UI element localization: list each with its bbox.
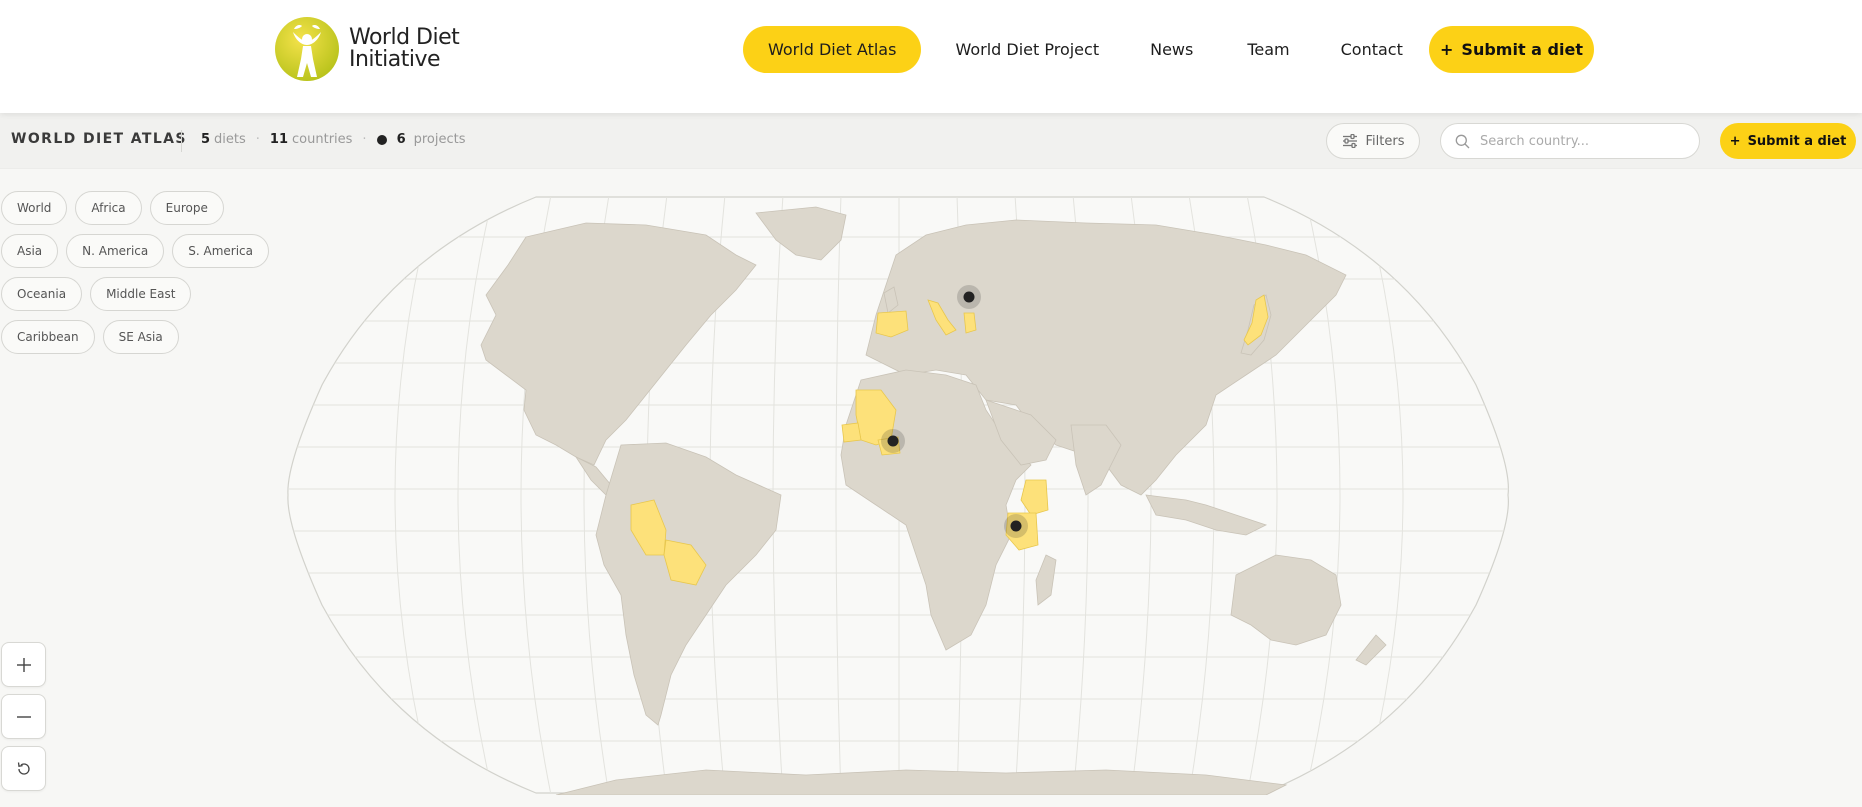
filters-label: Filters (1365, 133, 1405, 149)
country-senegal (841, 422, 862, 443)
nav-news[interactable]: News (1123, 26, 1220, 73)
stats-separator: · (362, 132, 367, 147)
minus-icon (16, 715, 31, 718)
world-map[interactable] (286, 195, 1512, 795)
region-chip-middle-east[interactable]: Middle East (90, 277, 192, 311)
sliders-icon (1342, 134, 1357, 148)
atlas-title: WORLD DIET ATLAS (11, 131, 187, 147)
project-dot-icon (376, 134, 387, 145)
main-nav: World Diet Atlas World Diet Project News… (743, 26, 1427, 73)
nav-contact[interactable]: Contact (1317, 26, 1427, 73)
brand-line-1: World Diet (349, 25, 460, 50)
submit-diet-toolbar-label: Submit a diet (1747, 133, 1847, 149)
region-filters: World Africa Europe Asia N. America S. A… (1, 191, 270, 363)
region-chip-s-america[interactable]: S. America (172, 234, 270, 268)
site-header: World Diet Initiative World Diet Atlas W… (0, 0, 1862, 113)
region-chip-oceania[interactable]: Oceania (1, 277, 83, 311)
project-marker-burkina-faso[interactable] (881, 429, 905, 453)
country-greece (963, 312, 977, 334)
nav-world-diet-project[interactable]: World Diet Project (931, 26, 1123, 73)
projects-label: projects (413, 132, 466, 147)
nav-world-diet-atlas[interactable]: World Diet Atlas (743, 26, 922, 73)
diets-count: 5 (201, 132, 211, 147)
region-chip-world[interactable]: World (1, 191, 68, 225)
search-input[interactable] (1480, 133, 1680, 149)
countries-label: countries (292, 132, 353, 147)
region-chip-se-asia[interactable]: SE Asia (102, 320, 179, 354)
diets-label: diets (214, 132, 246, 147)
zoom-out-button[interactable] (1, 694, 46, 739)
reset-icon (17, 761, 30, 775)
country-search[interactable] (1440, 123, 1700, 159)
plus-icon: + (1440, 40, 1454, 59)
region-chip-caribbean[interactable]: Caribbean (1, 320, 95, 354)
toolbar-divider (181, 130, 182, 152)
plus-icon: + (1729, 133, 1741, 149)
brand-name: World Diet Initiative (349, 25, 460, 72)
nav-team[interactable]: Team (1220, 26, 1316, 73)
region-chip-europe[interactable]: Europe (149, 191, 224, 225)
brand-logo[interactable]: World Diet Initiative (273, 15, 460, 83)
search-icon (1455, 134, 1470, 148)
reset-view-button[interactable] (1, 746, 46, 791)
plus-icon (16, 657, 31, 672)
atlas-stats: 5 diets · 11 countries · 6 projects (201, 132, 466, 147)
region-chip-africa[interactable]: Africa (75, 191, 142, 225)
logo-icon (275, 17, 339, 81)
stats-separator: · (255, 132, 260, 147)
atlas-toolbar: WORLD DIET ATLAS 5 diets · 11 countries … (0, 113, 1862, 169)
filters-button[interactable]: Filters (1326, 123, 1420, 159)
region-chip-n-america[interactable]: N. America (66, 234, 165, 268)
brand-line-2: Initiative (349, 47, 441, 72)
submit-diet-toolbar-button[interactable]: + Submit a diet (1720, 123, 1856, 159)
zoom-in-button[interactable] (1, 642, 46, 687)
submit-diet-header-label: Submit a diet (1461, 40, 1583, 59)
project-marker-tanzania[interactable] (1004, 514, 1028, 538)
countries-count: 11 (269, 132, 289, 147)
submit-diet-header-button[interactable]: + Submit a diet (1429, 26, 1594, 73)
projects-count: 6 (396, 132, 406, 147)
project-marker-serbia[interactable] (957, 285, 981, 309)
region-chip-asia[interactable]: Asia (1, 234, 59, 268)
